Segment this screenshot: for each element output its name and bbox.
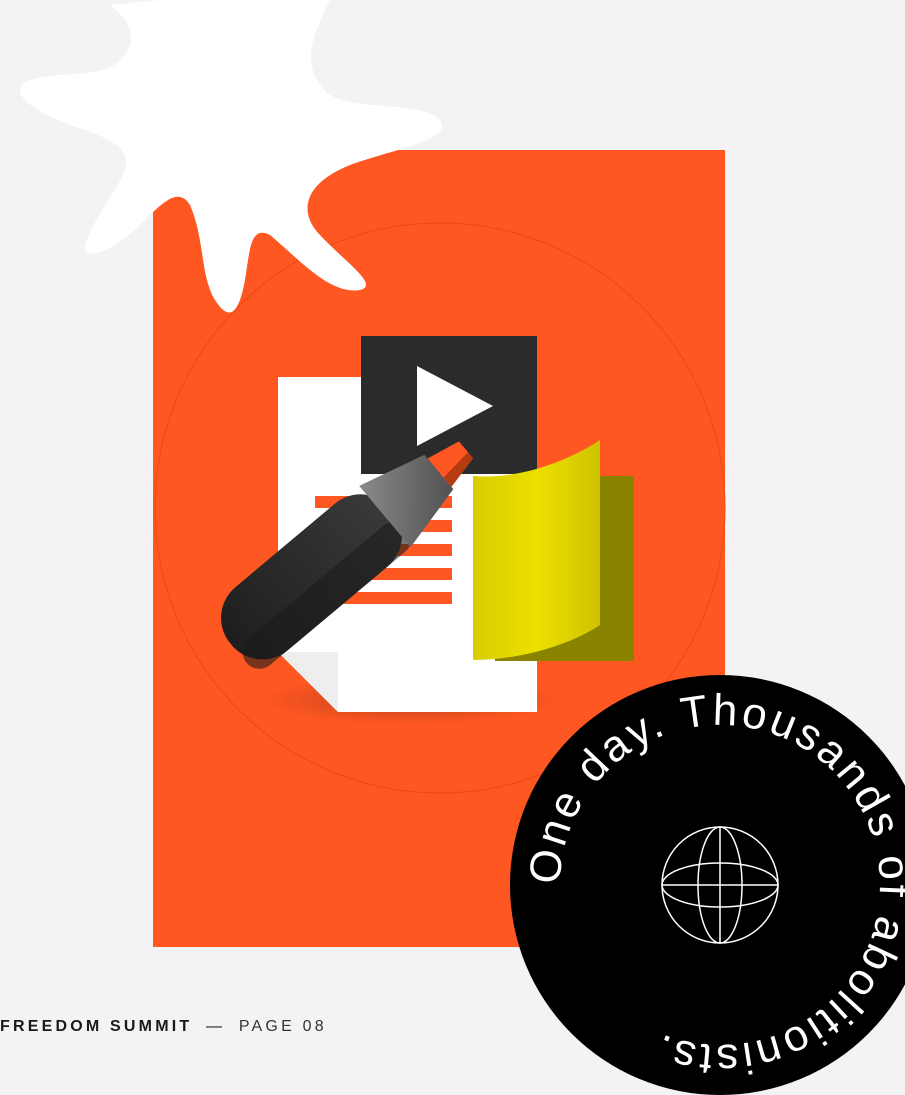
globe-icon	[661, 826, 779, 944]
footer-separator: —	[206, 1018, 226, 1035]
footer-brand: FREEDOM SUMMIT	[0, 1018, 193, 1035]
page-number: PAGE 08	[238, 1018, 327, 1035]
footer: FREEDOM SUMMIT — PAGE 08	[0, 1018, 327, 1036]
page: FREEDOM SUMMIT — PAGE 08 One day. Thousa…	[0, 0, 905, 1095]
circular-badge: One day. Thousands of abolitionists.	[510, 675, 905, 1095]
starburst-shape	[19, 0, 443, 313]
